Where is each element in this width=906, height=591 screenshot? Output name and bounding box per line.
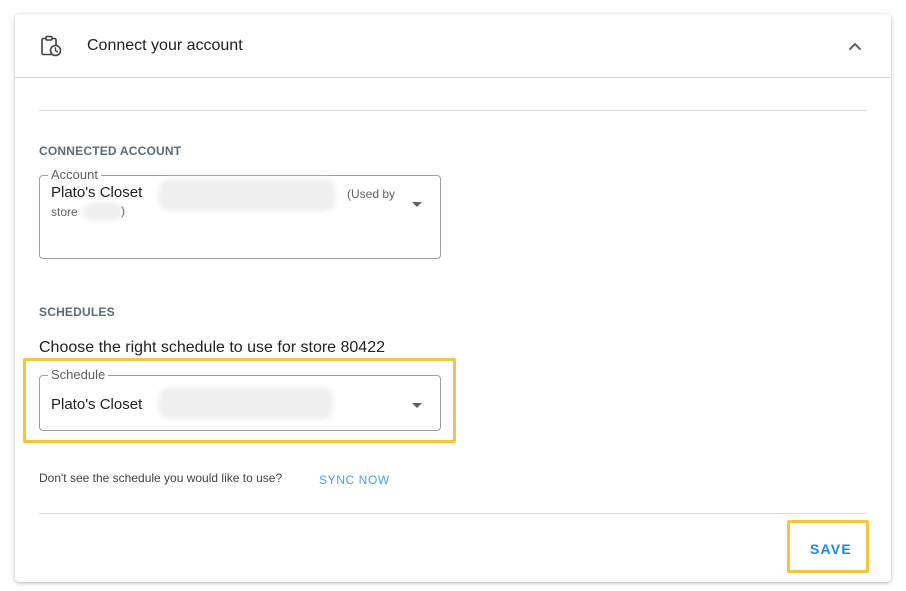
card-title: Connect your account <box>87 37 243 54</box>
connect-account-card: Connect your account CONNECTED ACCOUNT A… <box>15 14 891 582</box>
schedule-prompt: Choose the right schedule to use for sto… <box>39 339 385 356</box>
redacted-store-number <box>86 205 120 218</box>
save-highlight <box>787 520 869 573</box>
connected-account-label: CONNECTED ACCOUNT <box>39 144 182 158</box>
used-by-text: (Used by <box>347 187 396 201</box>
account-value: Plato's Closet <box>51 184 143 201</box>
bottom-divider <box>39 513 867 514</box>
top-divider <box>39 110 867 111</box>
clipboard-clock-icon <box>41 35 62 57</box>
account-select[interactable]: Account Plato's Closet (Used by store ) <box>39 167 441 259</box>
account-dropdown-icon[interactable] <box>412 202 422 207</box>
chevron-up-icon[interactable] <box>844 35 866 57</box>
schedule-highlight <box>23 358 456 443</box>
card-header[interactable]: Connect your account <box>15 14 891 78</box>
store-text: store <box>51 205 78 219</box>
close-paren-text: ) <box>121 204 125 218</box>
sync-help-text: Don't see the schedule you would like to… <box>39 471 283 485</box>
redacted-account-name <box>162 182 332 208</box>
sync-now-link[interactable]: SYNC NOW <box>319 473 390 487</box>
account-field-label: Account <box>48 167 101 183</box>
schedules-label: SCHEDULES <box>39 305 115 319</box>
